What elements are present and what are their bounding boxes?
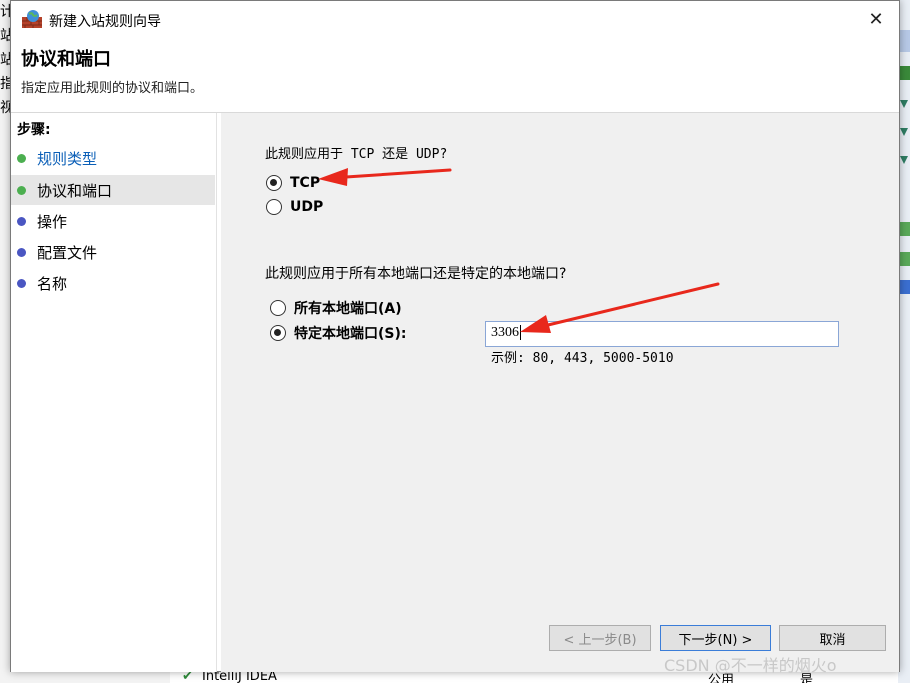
radio-selected-icon[interactable] bbox=[266, 175, 282, 191]
step-status-dot bbox=[17, 278, 26, 288]
filter-icon bbox=[900, 156, 908, 164]
radio-unselected-icon[interactable] bbox=[270, 300, 286, 316]
text-caret bbox=[520, 325, 521, 340]
page-title: 协议和端口 bbox=[21, 49, 111, 70]
step-name: 名称 bbox=[11, 268, 215, 298]
window-title: 新建入站规则向导 bbox=[49, 14, 161, 30]
step-status-dot bbox=[17, 185, 26, 195]
ports-example-hint: 示例: 80, 443, 5000-5010 bbox=[491, 351, 674, 366]
step-label: 协议和端口 bbox=[37, 181, 113, 200]
wizard-content: 此规则应用于 TCP 还是 UDP? TCP UDP 此规则应用于所有本地端口还… bbox=[221, 113, 899, 672]
steps-panel: 步骤: 规则类型 协议和端口 操作 配置文件 名称 bbox=[11, 113, 217, 672]
bg-toolbar-icon bbox=[900, 66, 910, 80]
specific-local-ports-label: 特定本地端口(S): bbox=[294, 326, 407, 342]
step-label: 规则类型 bbox=[37, 149, 98, 168]
firewall-icon bbox=[22, 10, 42, 28]
protocol-udp-label: UDP bbox=[290, 199, 324, 215]
specific-ports-value: 3306 bbox=[491, 325, 519, 340]
all-local-ports-option[interactable]: 所有本地端口(A) bbox=[270, 298, 402, 318]
step-label: 操作 bbox=[37, 212, 68, 231]
all-local-ports-label: 所有本地端口(A) bbox=[294, 301, 402, 317]
specific-local-ports-option[interactable]: 特定本地端口(S): bbox=[270, 323, 406, 343]
new-inbound-rule-wizard: 新建入站规则向导 ✕ 协议和端口 指定应用此规则的协议和端口。 步骤: 规则类型… bbox=[10, 0, 900, 672]
bg-toolbar-icon bbox=[900, 222, 910, 236]
step-protocol-and-ports[interactable]: 协议和端口 bbox=[11, 175, 215, 205]
bg-toolbar-icon bbox=[900, 252, 910, 266]
step-profile: 配置文件 bbox=[11, 237, 215, 267]
close-button[interactable]: ✕ bbox=[853, 1, 899, 37]
step-status-dot bbox=[17, 153, 26, 163]
wizard-header: 协议和端口 指定应用此规则的协议和端口。 bbox=[11, 37, 899, 113]
title-bar[interactable]: 新建入站规则向导 ✕ bbox=[11, 1, 899, 37]
specific-ports-input[interactable]: 3306 bbox=[485, 321, 839, 347]
radio-unselected-icon[interactable] bbox=[266, 199, 282, 215]
protocol-udp-option[interactable]: UDP bbox=[266, 199, 323, 215]
bg-toolbar-icon bbox=[900, 280, 910, 294]
ports-question: 此规则应用于所有本地端口还是特定的本地端口? bbox=[265, 266, 567, 282]
step-label: 配置文件 bbox=[37, 243, 98, 262]
page-subtitle: 指定应用此规则的协议和端口。 bbox=[21, 81, 204, 96]
close-icon: ✕ bbox=[868, 8, 884, 30]
filter-icon bbox=[900, 128, 908, 136]
back-button[interactable]: < 上一步(B) bbox=[549, 625, 651, 651]
protocol-tcp-label: TCP bbox=[290, 175, 321, 191]
next-button[interactable]: 下一步(N) > bbox=[660, 625, 771, 651]
cancel-button[interactable]: 取消 bbox=[779, 625, 886, 651]
steps-label: 步骤: bbox=[17, 122, 51, 138]
step-status-dot bbox=[17, 216, 26, 226]
step-rule-type[interactable]: 规则类型 bbox=[11, 143, 215, 173]
step-status-dot bbox=[17, 247, 26, 257]
watermark: CSDN @不一样的烟火o bbox=[664, 656, 837, 675]
bg-toolbar-icon bbox=[900, 30, 910, 52]
step-action: 操作 bbox=[11, 206, 215, 236]
protocol-question: 此规则应用于 TCP 还是 UDP? bbox=[265, 147, 448, 162]
step-label: 名称 bbox=[37, 274, 68, 293]
radio-selected-icon[interactable] bbox=[270, 325, 286, 341]
protocol-tcp-option[interactable]: TCP bbox=[266, 175, 320, 191]
filter-icon bbox=[900, 100, 908, 108]
